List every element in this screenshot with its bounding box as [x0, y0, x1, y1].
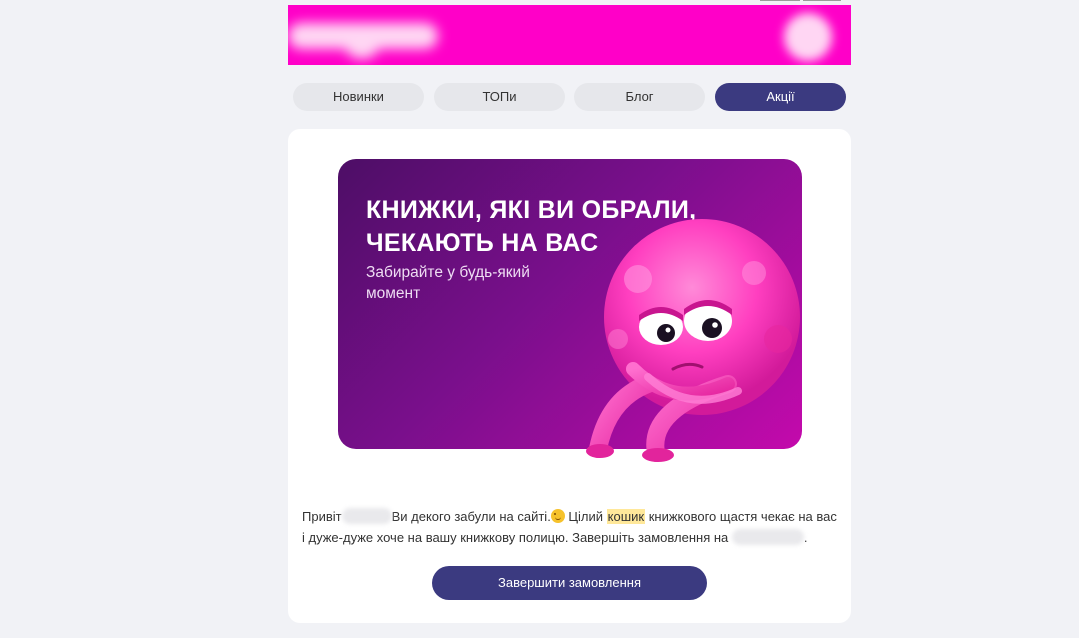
tab-blog[interactable]: Блог — [574, 83, 705, 111]
pink-monster-icon — [586, 219, 800, 465]
blurred-logo[interactable] — [288, 13, 448, 59]
highlighted-word: кошик — [606, 509, 646, 524]
promo-subtitle: Забирайте у будь-який момент — [366, 262, 586, 304]
greeting-text: Привіт Ви декого забули на сайті. Цілий к… — [302, 506, 842, 548]
redacted-site-link[interactable] — [731, 529, 804, 545]
greeting-end: . — [803, 530, 808, 545]
greeting-whole: Цілий — [564, 509, 607, 524]
greeting-hello: Привіт — [302, 509, 342, 524]
header-banner — [288, 5, 851, 65]
top-edge-line — [760, 0, 800, 1]
complete-order-button[interactable]: Завершити замовлення — [432, 566, 707, 600]
blurred-header-icon — [784, 13, 832, 61]
tab-novynky[interactable]: Новинки — [293, 83, 424, 111]
greeting-forgot: Ви декого забули на сайті. — [391, 509, 551, 524]
promo-subtitle-line1: Забирайте у будь-який — [366, 264, 530, 281]
top-edge-line — [803, 0, 841, 1]
promo-banner[interactable]: КНИЖКИ, ЯКІ ВИ ОБРАЛИ, ЧЕКАЮТЬ НА ВАС За… — [338, 159, 802, 465]
tab-aktsii[interactable]: Акції — [715, 83, 846, 111]
wink-emoji-icon — [550, 509, 565, 523]
redacted-name — [341, 508, 392, 524]
tab-topy[interactable]: ТОПи — [434, 83, 565, 111]
promo-subtitle-line2: момент — [366, 285, 421, 302]
nav-tabs: Новинки ТОПи Блог Акції — [293, 83, 846, 111]
